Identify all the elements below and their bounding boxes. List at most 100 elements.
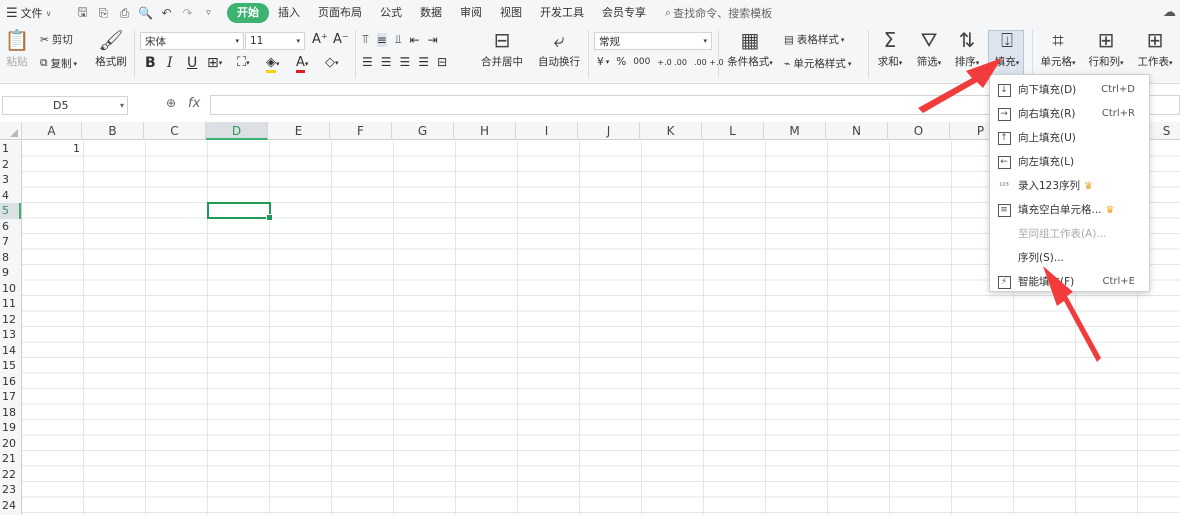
auto-wrap-button[interactable]: ⤶ 自动换行	[536, 28, 582, 69]
row-header-1[interactable]: 1	[0, 141, 21, 157]
column-header-o[interactable]: O	[888, 122, 950, 140]
tab-page-layout[interactable]: 页面布局	[309, 3, 371, 23]
align-top-icon[interactable]: ⫪	[362, 32, 369, 47]
row-col-button[interactable]: ⊞ 行和列▾	[1084, 28, 1128, 69]
row-header-9[interactable]: 9	[0, 265, 21, 281]
save-icon[interactable]: 🖫	[74, 3, 91, 24]
column-header-e[interactable]: E	[268, 122, 330, 140]
column-header-n[interactable]: N	[826, 122, 888, 140]
border-button[interactable]: ⊞ ▾	[207, 55, 222, 71]
filter-button[interactable]: ⛛ 筛选▾	[912, 28, 946, 69]
column-header-j[interactable]: J	[578, 122, 640, 140]
row-header-12[interactable]: 12	[0, 312, 21, 328]
justify-icon[interactable]: ☰	[418, 55, 429, 69]
fill-color-button[interactable]: ◈ ▾	[266, 55, 280, 73]
row-header-7[interactable]: 7	[0, 234, 21, 250]
column-header-i[interactable]: I	[516, 122, 578, 140]
row-header-18[interactable]: 18	[0, 405, 21, 421]
align-bottom-icon[interactable]: ⫫	[395, 32, 402, 47]
redo-icon[interactable]: ↷	[179, 6, 196, 20]
format-painter-button[interactable]: 🖌 格式刷	[94, 28, 128, 69]
shrink-font-button[interactable]: A⁻	[333, 32, 349, 47]
cell-button[interactable]: ⌗ 单元格▾	[1036, 28, 1080, 69]
fx-icon[interactable]: fx	[188, 96, 200, 111]
row-header-11[interactable]: 11	[0, 296, 21, 312]
distributed-icon[interactable]: ⊟	[437, 55, 447, 69]
menu-item-fill-left[interactable]: ← 向左填充(L)	[990, 149, 1149, 173]
outdent-icon[interactable]: ⇤	[410, 33, 420, 47]
column-header-m[interactable]: M	[764, 122, 826, 140]
tab-member[interactable]: 会员专享	[593, 3, 655, 23]
column-header-a[interactable]: A	[22, 122, 82, 140]
table-style-button[interactable]: ▤ 表格样式 ▾	[784, 32, 844, 47]
tab-data[interactable]: 数据	[411, 3, 451, 23]
number-format-select[interactable]: 常规 ▾	[594, 32, 712, 50]
cell-a1[interactable]: 1	[62, 142, 80, 155]
currency-button[interactable]: ¥	[597, 56, 604, 68]
menu-item-smart-fill[interactable]: ⚡ 智能填充(F) Ctrl+E	[990, 269, 1149, 293]
customize-dropdown-icon[interactable]: ▿	[200, 8, 217, 18]
font-name-select[interactable]: 宋体 ▾	[140, 32, 244, 50]
tab-view[interactable]: 视图	[491, 3, 531, 23]
tab-insert[interactable]: 插入	[269, 3, 309, 23]
decrease-decimal-button[interactable]: .00 +.0	[694, 58, 724, 67]
menu-item-series[interactable]: 序列(S)...	[990, 245, 1149, 269]
row-header-6[interactable]: 6	[0, 219, 21, 235]
grow-font-button[interactable]: A⁺	[312, 32, 328, 47]
select-all-corner[interactable]	[0, 122, 22, 140]
undo-icon[interactable]: ↶	[158, 6, 175, 20]
column-header-k[interactable]: K	[640, 122, 702, 140]
row-header-5[interactable]: 5	[0, 203, 21, 219]
menu-item-fill-blank[interactable]: ≡ 填充空白单元格... ♛	[990, 197, 1149, 221]
cut-button[interactable]: ✂ 剪切	[40, 32, 73, 47]
row-header-15[interactable]: 15	[0, 358, 21, 374]
align-middle-icon[interactable]: ≡	[376, 32, 387, 47]
row-header-22[interactable]: 22	[0, 467, 21, 483]
row-header-21[interactable]: 21	[0, 451, 21, 467]
name-box[interactable]: D5 ▾	[2, 96, 128, 115]
file-menu[interactable]: ☰ 文件 ∨	[0, 5, 66, 21]
increase-decimal-button[interactable]: +.0 .00	[657, 58, 687, 67]
print-icon[interactable]: ⎙	[116, 6, 133, 21]
row-header-14[interactable]: 14	[0, 343, 21, 359]
row-header-23[interactable]: 23	[0, 482, 21, 498]
row-header-4[interactable]: 4	[0, 188, 21, 204]
row-header-17[interactable]: 17	[0, 389, 21, 405]
thousands-separator-button[interactable]: 000	[633, 57, 650, 67]
row-header-2[interactable]: 2	[0, 157, 21, 173]
column-header-f[interactable]: F	[330, 122, 392, 140]
menu-item-fill-right[interactable]: → 向右填充(R) Ctrl+R	[990, 101, 1149, 125]
worksheet-button[interactable]: ⊞ 工作表▾	[1132, 28, 1178, 69]
row-header-19[interactable]: 19	[0, 420, 21, 436]
print-preview-icon[interactable]: 🔍	[137, 6, 154, 20]
row-header-8[interactable]: 8	[0, 250, 21, 266]
cloud-sync-icon[interactable]: ☁	[1163, 5, 1176, 20]
row-header-24[interactable]: 24	[0, 498, 21, 514]
column-header-c[interactable]: C	[144, 122, 206, 140]
percent-button[interactable]: %	[616, 56, 626, 68]
row-header-10[interactable]: 10	[0, 281, 21, 297]
active-cell-d5[interactable]	[207, 202, 273, 221]
command-search[interactable]: ⌕ 查找命令、搜索模板	[665, 5, 772, 21]
zoom-formula-icon[interactable]: ⊕	[166, 96, 176, 110]
bold-button[interactable]: B	[145, 55, 156, 71]
column-header-b[interactable]: B	[82, 122, 144, 140]
special-effect-button[interactable]: ⛶ ▾	[237, 55, 250, 70]
indent-icon[interactable]: ⇥	[428, 33, 438, 47]
italic-button[interactable]: I	[167, 55, 173, 71]
menu-item-sequence-123[interactable]: ¹²³ 录入123序列 ♛	[990, 173, 1149, 197]
tab-formulas[interactable]: 公式	[371, 3, 411, 23]
underline-button[interactable]: U	[187, 55, 197, 71]
font-size-select[interactable]: 11 ▾	[245, 32, 305, 50]
paste-button[interactable]: 📋 粘贴	[2, 28, 32, 69]
align-right-icon[interactable]: ☰	[400, 55, 411, 69]
tab-review[interactable]: 审阅	[451, 3, 491, 23]
row-header-13[interactable]: 13	[0, 327, 21, 343]
tab-developer[interactable]: 开发工具	[531, 3, 593, 23]
merge-center-button[interactable]: ⊟ 合并居中	[474, 28, 530, 69]
align-center-icon[interactable]: ☰	[381, 55, 392, 69]
export-icon[interactable]: ⎘	[95, 6, 112, 21]
column-header-g[interactable]: G	[392, 122, 454, 140]
column-header-l[interactable]: L	[702, 122, 764, 140]
fill-button[interactable]: ⍗ 填充▾	[988, 28, 1026, 69]
